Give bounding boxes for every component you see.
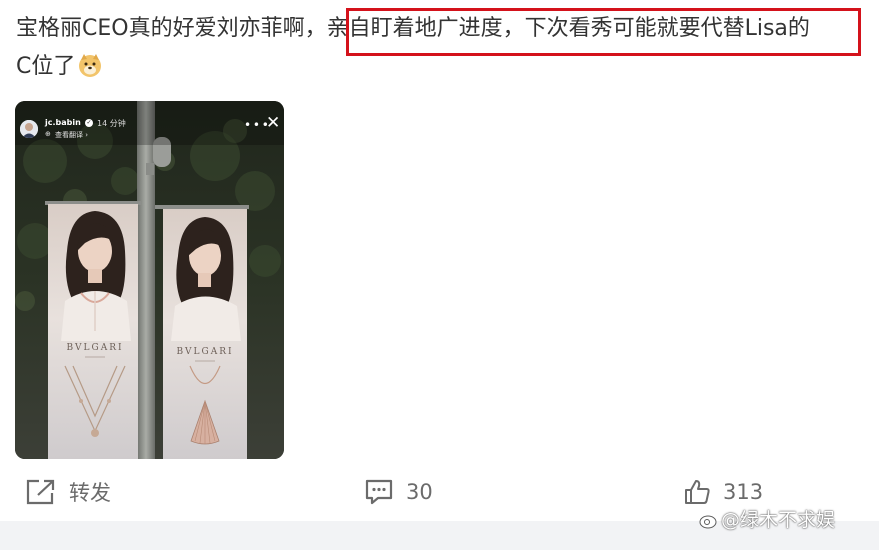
- close-icon[interactable]: ✕: [266, 115, 280, 132]
- thumbs-up-icon: [685, 480, 710, 504]
- post-text-after: C位了: [16, 54, 76, 79]
- story-translate-link[interactable]: 查看翻译 ›: [55, 130, 88, 140]
- left-banner-brand: BVLGARI: [66, 343, 123, 353]
- post-text-highlighted: 亲自盯着地广进度，下次看秀可能就要代替Lisa的: [326, 16, 810, 41]
- comment-button[interactable]: 30: [364, 474, 433, 510]
- comment-icon: [365, 479, 393, 505]
- translate-icon: ⊕: [45, 130, 51, 138]
- verified-badge-icon: ✓: [85, 119, 93, 127]
- post-text-before: 宝格丽CEO真的好爱刘亦菲啊，: [16, 16, 327, 41]
- repost-label: 转发: [69, 481, 111, 505]
- story-photo: BVLGARI BVLGARI: [15, 101, 284, 459]
- repost-button[interactable]: 转发: [25, 474, 111, 510]
- more-dots-icon[interactable]: • • •: [244, 118, 269, 132]
- story-header: jc.babin ✓ 14 分钟 ⊕ 查看翻译 › • • • ✕: [15, 101, 284, 145]
- right-banner-brand: BVLGARI: [176, 347, 233, 357]
- doge-emoji-icon: [79, 54, 102, 77]
- watermark-text: @绿木不求娱: [721, 509, 836, 531]
- comment-count: 30: [406, 480, 433, 504]
- like-count: 313: [723, 480, 764, 504]
- story-image[interactable]: BVLGARI BVLGARI jc.babin ✓ 14 分钟 ⊕ 查看翻译 …: [15, 101, 284, 459]
- share-icon: [26, 479, 55, 505]
- story-username[interactable]: jc.babin: [45, 118, 81, 127]
- story-time: 14 分钟: [97, 119, 126, 128]
- post-text: 宝格丽CEO真的好爱刘亦菲啊，亲自盯着地广进度，下次看秀可能就要代替Lisa的 …: [16, 10, 876, 86]
- story-avatar[interactable]: [20, 120, 38, 138]
- weibo-logo-icon: [699, 512, 718, 529]
- watermark: @绿木不求娱: [699, 505, 835, 532]
